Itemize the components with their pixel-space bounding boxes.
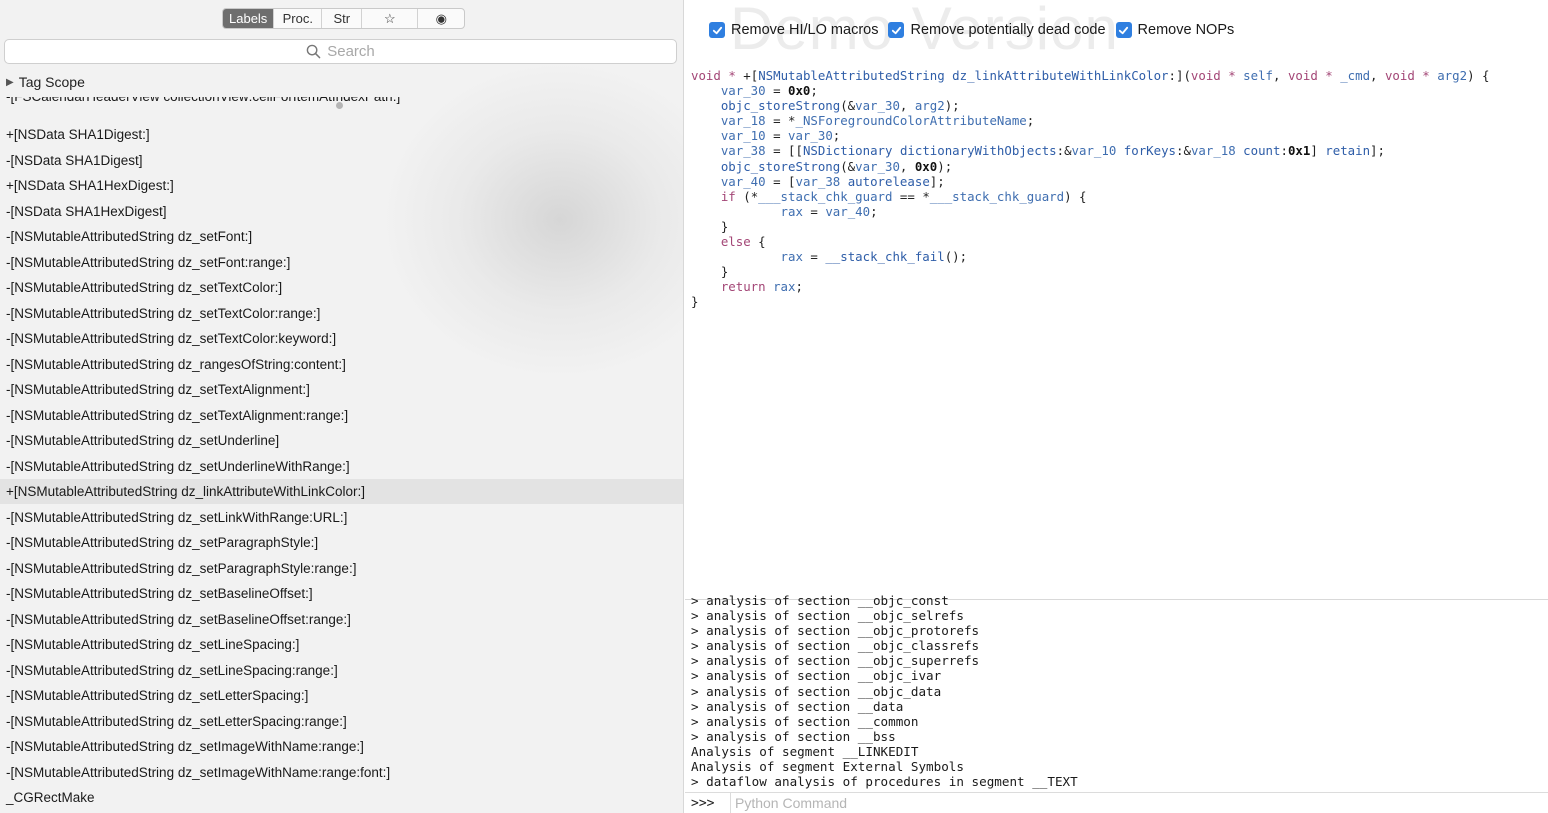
code-line[interactable]: if (*___stack_chk_guard == *___stack_chk… — [691, 189, 1546, 204]
list-item[interactable]: _CGRectMake — [0, 785, 683, 810]
code-line[interactable]: } — [691, 264, 1546, 279]
list-item[interactable]: -[NSMutableAttributedString dz_setTextCo… — [0, 301, 683, 326]
console-line: > analysis of section __objc_ivar — [691, 668, 942, 684]
option-remove-dead-code[interactable]: Remove potentially dead code — [888, 22, 1106, 38]
tab-labels[interactable]: Labels — [223, 9, 275, 28]
list-item[interactable]: -[NSMutableAttributedString dz_setTextAl… — [0, 403, 683, 428]
option-label: Remove HI/LO macros — [731, 22, 879, 38]
checkbox-checked-icon[interactable] — [709, 22, 725, 38]
console-line: > analysis of section __data — [691, 698, 904, 714]
python-console-bar: >>> — [685, 792, 1548, 813]
list-item[interactable]: -[NSMutableAttributedString dz_setBaseli… — [0, 581, 683, 606]
labels-sidebar: Labels Proc. Str ☆ ◉ Search ▶ Tag Scope … — [0, 0, 684, 813]
list-item[interactable]: +[NSMutableAttributedString dz_linkAttri… — [0, 479, 683, 504]
code-line[interactable]: rax = var_40; — [691, 204, 1546, 219]
tab-tags-circle-icon[interactable]: ◉ — [418, 9, 464, 28]
code-line[interactable]: else { — [691, 234, 1546, 249]
tab-strings[interactable]: Str — [322, 9, 363, 28]
list-item[interactable]: -[NSMutableAttributedString dz_setUnderl… — [0, 428, 683, 453]
code-line[interactable]: objc_storeStrong(&var_30, 0x0); — [691, 159, 1546, 174]
code-line[interactable]: var_30 = 0x0; — [691, 83, 1546, 98]
decompiler-options: Remove HI/LO macros Remove potentially d… — [709, 22, 1234, 38]
list-item[interactable]: -[NSMutableAttributedString dz_setLetter… — [0, 683, 683, 708]
disclosure-triangle-icon[interactable]: ▶ — [6, 77, 14, 88]
tab-bookmarks-star-icon[interactable]: ☆ — [362, 9, 419, 28]
pseudo-code-pane: Demo Version Remove HI/LO macros Remove … — [685, 0, 1548, 813]
console-line: > dataflow analysis of procedures in seg… — [691, 774, 1078, 790]
checkbox-checked-icon[interactable] — [888, 22, 905, 38]
code-line[interactable]: rax = __stack_chk_fail(); — [691, 249, 1546, 264]
list-item[interactable]: -[NSMutableAttributedString dz_setImageW… — [0, 734, 683, 759]
console-line: > analysis of section __common — [691, 713, 919, 729]
list-item[interactable]: +[NSData SHA1Digest:] — [0, 122, 683, 147]
option-remove-nops[interactable]: Remove NOPs — [1115, 22, 1235, 38]
list-item[interactable]: +[NSData SHA1HexDigest:] — [0, 173, 683, 198]
console-line: > analysis of section __objc_protorefs — [691, 623, 980, 639]
list-item[interactable]: -[NSMutableAttributedString dz_setFont:] — [0, 224, 683, 249]
console-log: > analysis of section __objc_const > anal… — [691, 593, 1546, 790]
console-line: > analysis of section __objc_classrefs — [691, 638, 980, 654]
console-line: Analysis of segment External Symbols — [691, 759, 964, 775]
list-item[interactable]: -[NSMutableAttributedString dz_rangesOfS… — [0, 352, 683, 377]
list-item[interactable]: -[NSMutableAttributedString dz_setLinkWi… — [0, 505, 683, 530]
list-item[interactable]: -[NSMutableAttributedString dz_setParagr… — [0, 530, 683, 555]
list-item[interactable]: -[NSMutableAttributedString dz_setTextCo… — [0, 326, 683, 351]
console-line: > analysis of section __bss — [691, 728, 896, 744]
list-item[interactable]: -[NSMutableAttributedString dz_setLetter… — [0, 709, 683, 734]
tab-procedures[interactable]: Proc. — [274, 9, 323, 28]
list-item[interactable]: -[NSMutableAttributedString dz_setTextCo… — [0, 275, 683, 300]
list-item[interactable]: -[NSMutableAttributedString dz_setUnderl… — [0, 454, 683, 479]
search-placeholder: Search — [327, 43, 375, 60]
labels-list: -[FSCalendarHeaderView collectionView:ce… — [0, 97, 683, 813]
list-item[interactable]: -[NSMutableAttributedString dz_setBaseli… — [0, 607, 683, 632]
list-item[interactable]: -[NSMutableAttributedString dz_setParagr… — [0, 556, 683, 581]
option-label: Remove potentially dead code — [910, 22, 1106, 38]
list-item[interactable]: -[NSMutableAttributedString dz_setLineSp… — [0, 632, 683, 657]
search-icon — [306, 44, 321, 59]
code-line[interactable]: void * +[NSMutableAttributedString dz_li… — [691, 68, 1546, 83]
code-line[interactable]: var_18 = *_NSForegroundColorAttributeNam… — [691, 113, 1546, 128]
list-item[interactable]: -[NSMutableAttributedString dz_setFont:r… — [0, 250, 683, 275]
pseudo-code-view[interactable]: void * +[NSMutableAttributedString dz_li… — [691, 68, 1546, 309]
list-item[interactable]: -[NSMutableAttributedString dz_setImageW… — [0, 760, 683, 785]
console-line: > analysis of section __objc_const — [691, 593, 949, 608]
console-line: > analysis of section __objc_selrefs — [691, 608, 964, 624]
option-label: Remove NOPs — [1137, 22, 1235, 38]
checkbox-checked-icon[interactable] — [1115, 22, 1132, 38]
list-item[interactable]: -[NSMutableAttributedString dz_setLineSp… — [0, 658, 683, 683]
code-line[interactable]: objc_storeStrong(&var_30, arg2); — [691, 98, 1546, 113]
code-line[interactable]: var_10 = var_30; — [691, 128, 1546, 143]
sidebar-mode-selector: Labels Proc. Str ☆ ◉ — [222, 8, 466, 29]
code-line[interactable]: var_40 = [var_38 autorelease]; — [691, 174, 1546, 189]
option-remove-hilo-macros[interactable]: Remove HI/LO macros — [709, 22, 878, 38]
console-line: Analysis of segment __LINKEDIT — [691, 743, 919, 759]
tag-scope-label: Tag Scope — [18, 74, 85, 90]
code-line[interactable]: } — [691, 219, 1546, 234]
list-item[interactable]: -[NSData SHA1HexDigest] — [0, 199, 683, 224]
search-field[interactable]: Search — [4, 39, 677, 64]
list-item[interactable]: -[NSMutableAttributedString dz_setTextAl… — [0, 377, 683, 402]
python-command-input[interactable] — [731, 793, 1548, 813]
code-line[interactable]: return rax; — [691, 279, 1546, 294]
tag-scope-toggle[interactable]: ▶ Tag Scope — [6, 72, 85, 92]
list-item[interactable]: -[NSData SHA1Digest] — [0, 148, 683, 173]
console-line: > analysis of section __objc_superrefs — [691, 653, 980, 669]
console-prompt: >>> — [685, 792, 731, 813]
scroll-indicator[interactable] — [336, 102, 343, 109]
code-line[interactable]: } — [691, 294, 1546, 309]
code-line[interactable]: var_38 = [[NSDictionary dictionaryWithOb… — [691, 143, 1546, 158]
console-line: > analysis of section __objc_data — [691, 683, 942, 699]
